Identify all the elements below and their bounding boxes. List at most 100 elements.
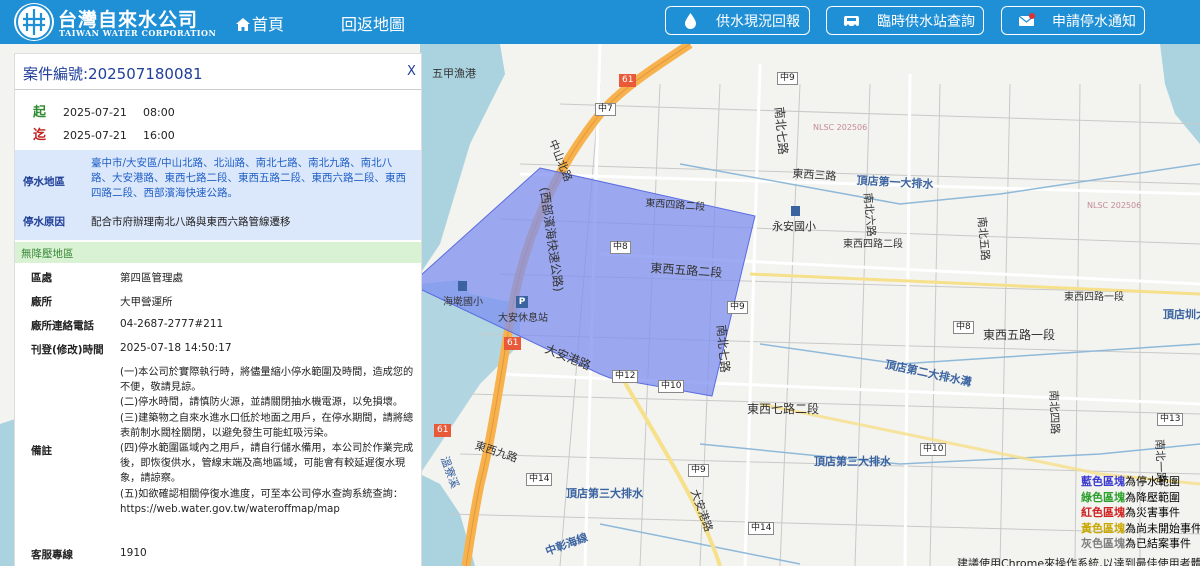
legend-item-green: 綠色區塊為降壓範圍 — [1081, 490, 1200, 506]
legend-item-gray: 灰色區塊為已結案事件 — [1081, 536, 1200, 552]
map-label-dingdian3b: 頂店第三大排水 — [566, 487, 643, 500]
service-label: 客服專線 — [31, 549, 73, 561]
legend-text-green: 為降壓範圍 — [1125, 490, 1180, 504]
road-tag-m13: 中13 — [1157, 413, 1184, 426]
nav-back-to-map-link[interactable]: 回返地圖 — [341, 11, 405, 35]
map-label-wuchia: 五甲漁港 — [432, 67, 476, 80]
legend-item-red: 紅色區塊為災害事件 — [1081, 505, 1200, 521]
office-label: 廠所 — [31, 296, 52, 308]
temp-water-station-button[interactable]: 臨時供水站查詢 — [826, 6, 984, 35]
road-tag-m12: 中12 — [612, 370, 639, 383]
phone-value: 04-2687-2777#211 — [120, 318, 224, 330]
top-nav-bar: 台灣自來水公司 TAIWAN WATER CORPORATION 首頁 回返地圖… — [0, 0, 1200, 44]
road-tag-m14b: 中14 — [748, 522, 775, 535]
home-icon — [236, 18, 250, 31]
district-label: 區處 — [31, 272, 52, 284]
map-legend: 藍色區塊為停水範圍 綠色區塊為降壓範圍 紅色區塊為災害事件 黃色區塊為尚未開始事… — [1081, 474, 1200, 552]
area-label: 停水地區 — [23, 176, 65, 188]
road-tag-61b: 61 — [504, 337, 522, 350]
legend-swatch-yellow: 黃色區塊 — [1081, 521, 1125, 535]
start-tag: 起 — [33, 105, 47, 120]
school-icon — [791, 206, 800, 216]
legend-text-blue: 為停水範圍 — [1125, 475, 1180, 488]
map-watermark: NLSC 202506 — [1087, 201, 1142, 210]
legend-swatch-green: 綠色區塊 — [1081, 490, 1125, 504]
reason-label: 停水原因 — [23, 216, 65, 228]
map-label-ew4-1: 東西四路一段 — [1064, 292, 1124, 303]
road-tag-61a: 61 — [619, 74, 637, 87]
area-value: 臺中市/大安區/中山北路、北汕路、南北七路、南北九路、南北八路、大安港路、東西七… — [91, 157, 406, 199]
legend-item-blue: 藍色區塊為停水範圍 — [1081, 474, 1200, 490]
map-label-ew5-1: 東西五路一段 — [983, 328, 1056, 342]
start-time-row: 起 2025-07-21 08:00 — [33, 101, 175, 120]
nav-home-link[interactable]: 首頁 — [236, 11, 284, 35]
outage-notify-label: 申請停水通知 — [1052, 13, 1136, 30]
envelope-icon — [1018, 13, 1035, 26]
road-tag-m8b: 中8 — [953, 321, 974, 334]
close-panel-button[interactable]: X — [407, 64, 416, 79]
temp-water-station-label: 臨時供水站查詢 — [877, 13, 975, 30]
nav-home-label: 首頁 — [252, 15, 285, 34]
browser-recommendation-note: 建議使用Chrome來操作系統,以達到最佳使用者體驗 — [957, 557, 1200, 566]
outage-notify-button[interactable]: 申請停水通知 — [1001, 6, 1145, 35]
remark-item: (一)本公司於實際執行時，將儘量縮小停水範圍及時間，造成您的不便，敬請見諒。 — [120, 367, 414, 394]
divider — [15, 89, 421, 90]
road-tag-m9b: 中9 — [727, 301, 748, 314]
legend-text-red: 為災害事件 — [1125, 506, 1180, 519]
end-time-row: 迄 2025-07-21 16:00 — [33, 124, 175, 143]
outage-area-block: 停水地區 臺中市/大安區/中山北路、北汕路、南北七路、南北九路、南北八路、大安港… — [15, 150, 421, 240]
map-label-ew7-2: 東西七路二段 — [747, 402, 820, 416]
start-time: 08:00 — [143, 106, 175, 119]
end-date: 2025-07-21 — [63, 129, 127, 142]
map-label-dingdian-r: 頂店圳大 — [1163, 308, 1200, 321]
published-label: 刊登(修改)時間 — [31, 344, 104, 356]
start-date: 2025-07-21 — [63, 106, 127, 119]
road-tag-m7: 中7 — [595, 103, 616, 116]
district-value: 第四區管理處 — [120, 272, 183, 284]
service-value: 1910 — [120, 547, 147, 559]
remarks-label: 備註 — [31, 445, 52, 457]
reason-value: 配合市府辦理南北八路與東西六路管線遷移 — [91, 216, 291, 228]
legend-swatch-gray: 灰色區塊 — [1081, 537, 1125, 550]
no-pressure-label: 無降壓地區 — [21, 248, 74, 260]
map-label-ew4-2b: 東西四路二段 — [843, 239, 903, 250]
road-tag-m9: 中9 — [777, 72, 798, 85]
map-label-yongan: 永安國小 — [772, 220, 816, 233]
end-tag: 迄 — [33, 128, 47, 143]
legend-text-yellow: 為尚未開始事件 — [1125, 521, 1200, 535]
legend-text-gray: 為已結案事件 — [1125, 537, 1191, 550]
legend-swatch-blue: 藍色區塊 — [1081, 475, 1125, 488]
map-watermark: NLSC 202506 — [813, 123, 868, 132]
map-label-ew3: 東西三路 — [791, 166, 837, 184]
end-time: 16:00 — [143, 129, 175, 142]
office-value: 大甲營運所 — [120, 296, 173, 308]
road-tag-m8: 中8 — [610, 241, 631, 254]
water-drop-icon — [685, 13, 696, 29]
remark-item: (三)建築物之自來水進水口低於地面之用戶，在停水期間，請將總表前制水閥栓關閉，以… — [120, 412, 414, 439]
legend-swatch-red: 紅色區塊 — [1081, 506, 1125, 519]
road-tag-m14: 中14 — [526, 473, 553, 486]
map-label-dingdian3: 頂店第三大排水 — [814, 455, 891, 468]
map-label-daan-rest: 大安休息站 — [498, 313, 548, 324]
no-pressure-bar: 無降壓地區 — [15, 242, 421, 263]
school-icon — [458, 281, 467, 291]
phone-label: 廠所連絡電話 — [31, 320, 94, 332]
road-tag-m10: 中10 — [658, 380, 685, 393]
brand-name-en: TAIWAN WATER CORPORATION — [59, 28, 217, 38]
parking-icon: P — [516, 296, 528, 308]
remarks-list: (一)本公司於實際執行時，將儘量縮小停水範圍及時間，造成您的不便，敬請見諒。 (… — [120, 365, 416, 517]
remark-item: (二)停水時間，請慎防火源，並請關閉抽水機電源，以免損壞。 — [120, 397, 404, 409]
company-logo[interactable] — [14, 3, 54, 41]
remark-item: (四)停水範圍區域內之用戶，請自行儲水備用，本公司於作業完成後，即恢復供水，管線… — [120, 443, 414, 485]
case-info-panel: 案件編號:202507180081 X 起 2025-07-21 08:00 迄 20… — [14, 53, 422, 566]
road-tag-m9c: 中9 — [688, 464, 709, 477]
truck-icon — [844, 16, 859, 28]
map-label-ns4: 南北四路 — [1047, 390, 1062, 435]
published-value: 2025-07-18 14:50:17 — [120, 342, 232, 354]
map-label-haixin: 海墘國小 — [443, 297, 483, 308]
remark-item: (五)如欲確認相關停復水進度，可至本公司停水查詢系統查詢：https://web… — [120, 488, 404, 515]
road-tag-m10b: 中10 — [920, 443, 947, 456]
water-status-report-button[interactable]: 供水現況回報 — [665, 6, 810, 35]
water-status-report-label: 供水現況回報 — [716, 13, 800, 30]
case-title: 案件編號:202507180081 — [23, 65, 203, 83]
